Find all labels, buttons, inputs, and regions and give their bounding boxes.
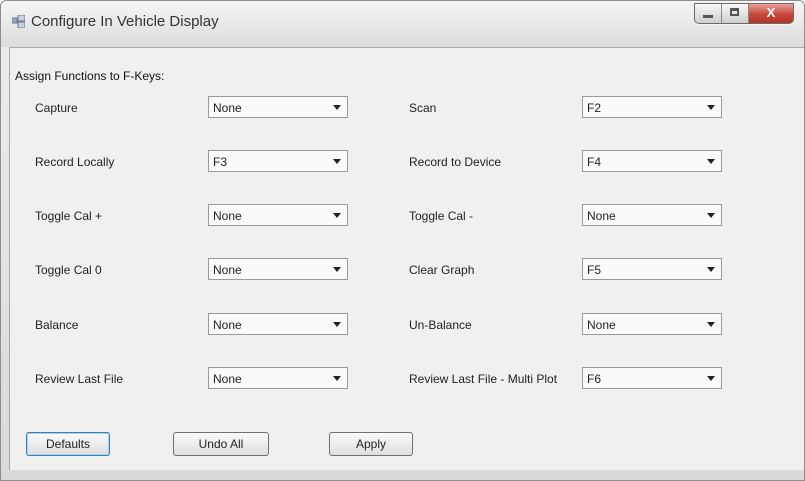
clear-graph-label: Clear Graph — [409, 263, 475, 277]
review-last-file-multi-plot-label: Review Last File - Multi Plot — [409, 372, 558, 386]
minimize-icon — [703, 15, 713, 18]
window-app-icon[interactable] — [12, 15, 25, 28]
review-last-file-multi-plot-select[interactable]: F6 — [582, 367, 722, 389]
chevron-down-icon — [333, 322, 341, 327]
chevron-down-icon — [707, 267, 715, 272]
review-last-file-multi-plot-value: F6 — [587, 372, 602, 386]
toggle-cal-plus-select[interactable]: None — [208, 204, 348, 226]
maximize-button[interactable] — [722, 4, 749, 23]
chevron-down-icon — [333, 267, 341, 272]
record-locally-select[interactable]: F3 — [208, 150, 348, 172]
close-icon: X — [766, 5, 776, 20]
window-title: Configure In Vehicle Display — [31, 13, 219, 30]
toggle-cal-0-select[interactable]: None — [208, 258, 348, 280]
chevron-down-icon — [333, 376, 341, 381]
caption-buttons: X — [694, 3, 794, 24]
chevron-down-icon — [707, 159, 715, 164]
undo-all-button[interactable]: Undo All — [173, 432, 269, 456]
toggle-cal-0-value: None — [213, 263, 242, 277]
apply-button[interactable]: Apply — [329, 432, 413, 456]
chevron-down-icon — [707, 322, 715, 327]
review-last-file-label: Review Last File — [35, 372, 124, 386]
minimize-button[interactable] — [695, 4, 722, 23]
record-locally-value: F3 — [213, 155, 228, 169]
un-balance-value: None — [587, 318, 616, 332]
chevron-down-icon — [707, 105, 715, 110]
toggle-cal-minus-select[interactable]: None — [582, 204, 722, 226]
defaults-button[interactable]: Defaults — [26, 432, 110, 456]
record-to-device-label: Record to Device — [409, 155, 502, 169]
review-last-file-select[interactable]: None — [208, 367, 348, 389]
clear-graph-value: F5 — [587, 263, 602, 277]
record-locally-label: Record Locally — [35, 155, 115, 169]
record-to-device-value: F4 — [587, 155, 602, 169]
balance-label: Balance — [35, 318, 79, 332]
close-button[interactable]: X — [749, 4, 793, 23]
assign-functions-label: Assign Functions to F-Keys: — [15, 69, 165, 83]
toggle-cal-0-label: Toggle Cal 0 — [35, 263, 102, 277]
capture-select[interactable]: None — [208, 96, 348, 118]
balance-value: None — [213, 318, 242, 332]
scan-value: F2 — [587, 101, 602, 115]
chevron-down-icon — [333, 159, 341, 164]
chevron-down-icon — [707, 213, 715, 218]
scan-select[interactable]: F2 — [582, 96, 722, 118]
maximize-icon — [730, 8, 739, 16]
record-to-device-select[interactable]: F4 — [582, 150, 722, 172]
un-balance-select[interactable]: None — [582, 313, 722, 335]
clear-graph-select[interactable]: F5 — [582, 258, 722, 280]
chevron-down-icon — [333, 213, 341, 218]
capture-label: Capture — [35, 101, 78, 115]
title-bar[interactable]: Configure In Vehicle Display X — [1, 1, 804, 47]
toggle-cal-minus-label: Toggle Cal - — [409, 209, 474, 223]
scan-label: Scan — [409, 101, 437, 115]
capture-value: None — [213, 101, 242, 115]
un-balance-label: Un-Balance — [409, 318, 472, 332]
toggle-cal-minus-value: None — [587, 209, 616, 223]
toggle-cal-plus-value: None — [213, 209, 242, 223]
toggle-cal-plus-label: Toggle Cal + — [35, 209, 103, 223]
chevron-down-icon — [333, 105, 341, 110]
balance-select[interactable]: None — [208, 313, 348, 335]
review-last-file-value: None — [213, 372, 242, 386]
chevron-down-icon — [707, 376, 715, 381]
